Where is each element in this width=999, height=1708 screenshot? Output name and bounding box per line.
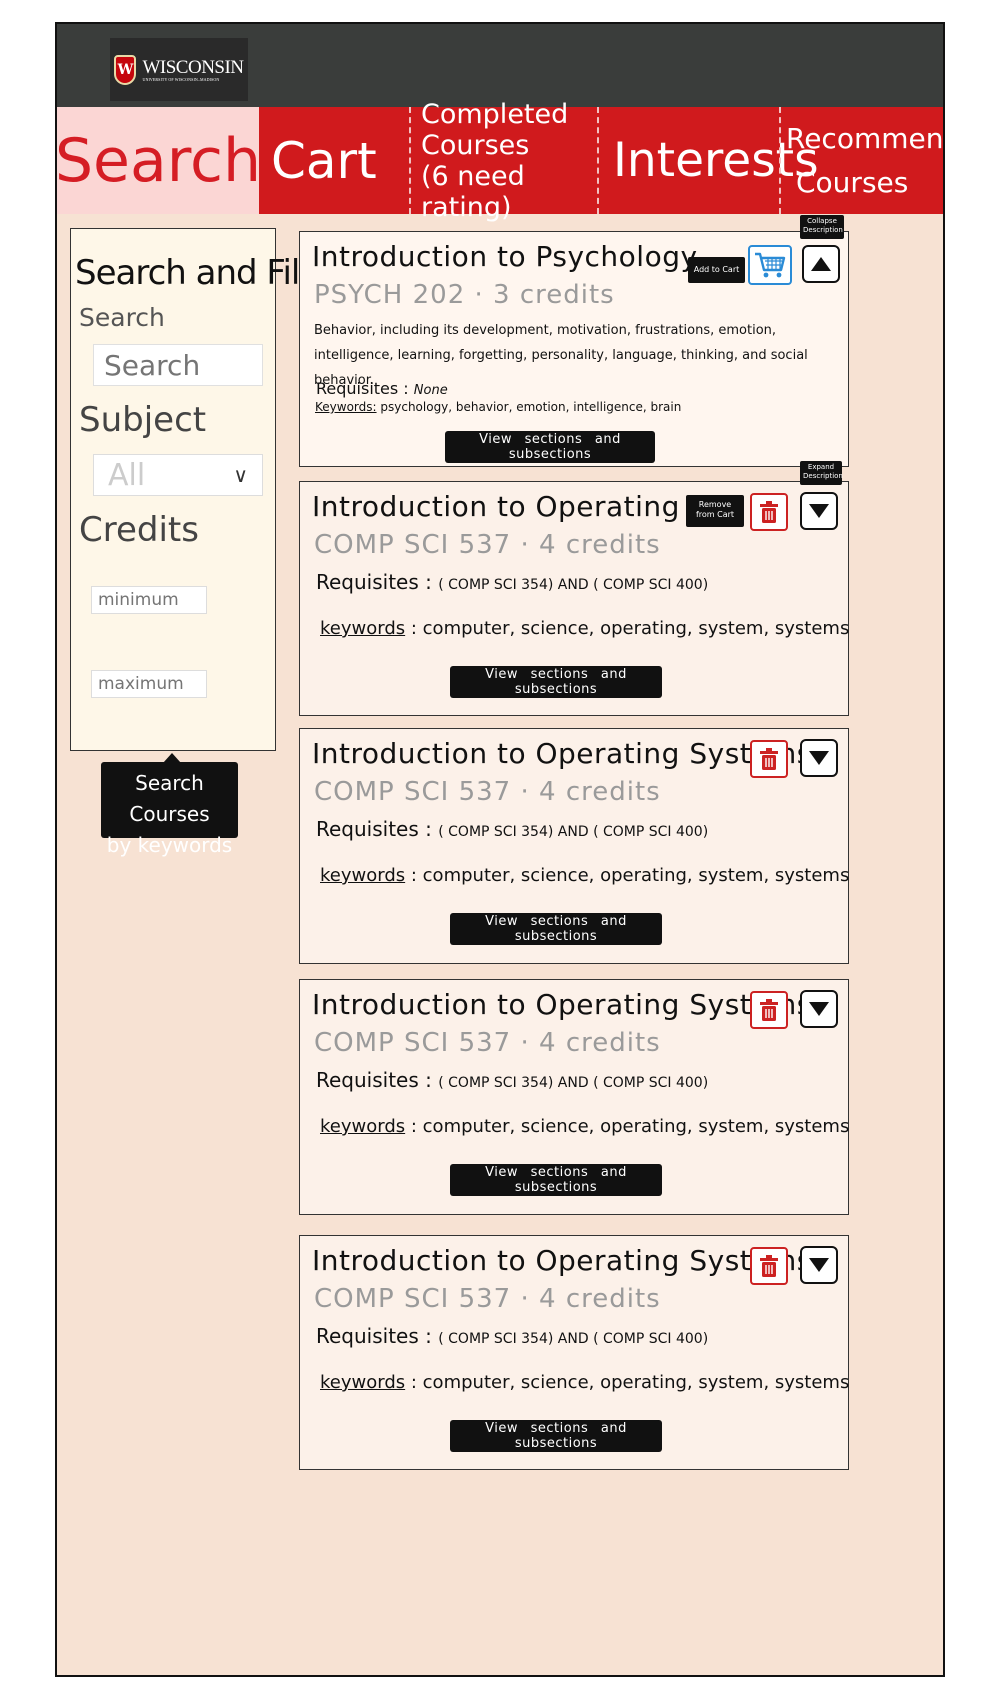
course-requisites: Requisites : ( COMP SCI 354) AND ( COMP … [316,817,709,841]
trash-icon [760,748,778,770]
search-input[interactable] [93,344,263,386]
course-keywords: keywords : computer, science, operating,… [320,1116,850,1137]
course-card: Introduction to Psychology PSYCH 202 · 3… [299,215,849,467]
course-keywords: keywords : computer, science, operating,… [320,1372,850,1393]
course-code: COMP SCI 537 · 4 credits [314,530,661,560]
app-frame: W WISCONSIN UNIVERSITY OF WISCONSIN–MADI… [55,22,945,1677]
tab-recommended-courses[interactable]: Recommended Courses [779,107,943,214]
course-title: Introduction to Operating Systems [312,988,812,1021]
course-title: Introduction to Operating Sys [312,490,740,523]
filter-title: Search and Filter [75,253,346,293]
course-requisites: Requisites : ( COMP SCI 354) AND ( COMP … [316,1324,709,1348]
remove-from-cart-button[interactable] [750,740,788,778]
course-code: COMP SCI 537 · 4 credits [314,1284,661,1314]
course-code: COMP SCI 537 · 4 credits [314,777,661,807]
add-to-cart-tooltip: Add to Cart [688,257,745,283]
expand-description-button[interactable] [800,990,838,1028]
uw-logo[interactable]: W WISCONSIN UNIVERSITY OF WISCONSIN–MADI… [110,38,248,101]
course-requisites: Requisites : ( COMP SCI 354) AND ( COMP … [316,570,709,594]
collapse-arrow-icon [811,257,831,271]
course-card: Introduction to Operating Systems COMP S… [299,979,849,1215]
subject-select[interactable]: All ∨ [93,454,263,496]
trash-icon [760,999,778,1021]
cart-icon [755,252,786,278]
course-keywords: keywords : computer, science, operating,… [320,865,850,886]
view-sections-button[interactable]: View sections and subsections [450,666,662,698]
expand-arrow-icon [809,1258,829,1272]
remove-from-cart-button[interactable] [750,1247,788,1285]
view-sections-button[interactable]: View sections and subsections [450,1164,662,1196]
search-tooltip: Search Courses by keywords [101,753,238,857]
trash-icon [760,1255,778,1277]
tab-cart[interactable]: Cart [259,107,409,214]
subject-value: All [108,457,146,493]
tab-bar: Search Cart Completed Courses (6 need ra… [57,99,943,223]
tab-completed-courses[interactable]: Completed Courses (6 need rating) [409,99,597,223]
expand-description-button[interactable] [800,1246,838,1284]
course-code: PSYCH 202 · 3 credits [314,280,615,310]
view-sections-button[interactable]: View sections and subsections [445,431,655,463]
course-title: Introduction to Operating Systems [312,1244,812,1277]
course-title: Introduction to Operating Systems [312,737,812,770]
subject-label: Subject [79,400,207,440]
expand-arrow-icon [809,1002,829,1016]
expand-arrow-icon [809,751,829,765]
credits-min-input[interactable] [91,586,207,614]
top-bar: W WISCONSIN UNIVERSITY OF WISCONSIN–MADI… [57,24,943,107]
course-card: Introduction to Operating Systems COMP S… [299,728,849,964]
credits-label: Credits [79,510,199,550]
uw-crest-icon: W [114,54,137,85]
chevron-down-icon: ∨ [233,463,248,487]
course-card: Introduction to Operating Systems COMP S… [299,1235,849,1470]
view-sections-button[interactable]: View sections and subsections [450,1420,662,1452]
expand-arrow-icon [809,504,829,518]
collapse-tooltip: Collapse Description [800,215,844,239]
collapse-description-button[interactable] [802,245,840,283]
expand-tooltip: Expand Description [800,461,843,485]
remove-from-cart-button[interactable] [750,991,788,1029]
course-card: Introduction to Operating Sys COMP SCI 5… [299,461,850,716]
course-keywords: Keywords: psychology, behavior, emotion,… [315,400,682,414]
tab-interests[interactable]: Interests [597,107,819,214]
course-keywords: keywords : computer, science, operating,… [320,618,850,639]
remove-from-cart-button[interactable] [750,493,788,531]
course-code: COMP SCI 537 · 4 credits [314,1028,661,1058]
search-label: Search [79,303,165,332]
tab-search[interactable]: Search [57,107,261,214]
logo-name: WISCONSIN [142,56,244,78]
add-to-cart-button[interactable] [748,245,792,285]
course-requisites: Requisites : None [316,379,448,398]
view-sections-button[interactable]: View sections and subsections [450,913,662,945]
search-filter-panel: Search and Filter Search Subject All ∨ C… [70,228,346,751]
credits-max-input[interactable] [91,670,207,698]
trash-icon [760,501,778,523]
course-title: Introduction to Psychology [312,240,698,273]
course-requisites: Requisites : ( COMP SCI 354) AND ( COMP … [316,1068,709,1092]
expand-description-button[interactable] [800,492,838,530]
remove-tooltip: Remove from Cart [686,495,744,527]
expand-description-button[interactable] [800,739,838,777]
